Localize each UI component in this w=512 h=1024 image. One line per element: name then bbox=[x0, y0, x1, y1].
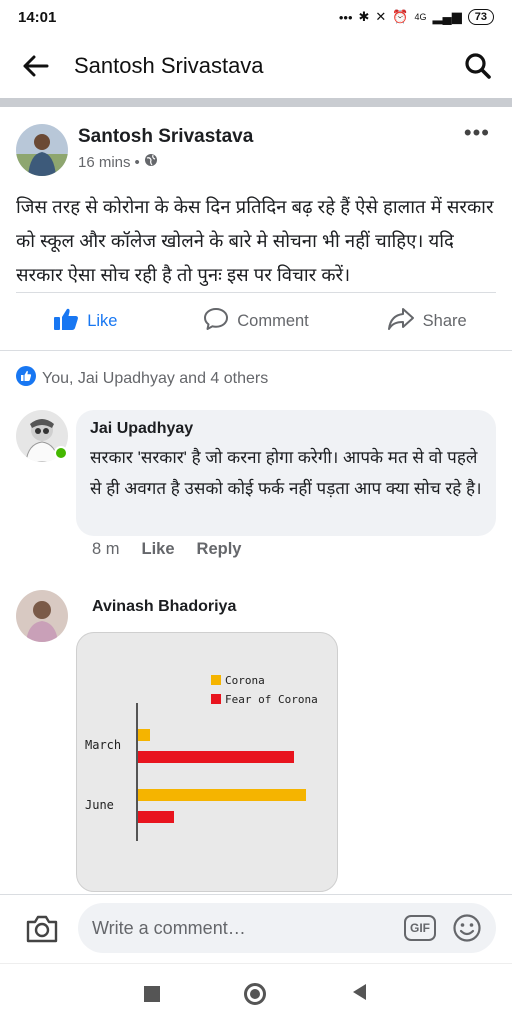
comment-icon bbox=[203, 307, 229, 336]
comment-label: Comment bbox=[237, 311, 309, 330]
post-meta: 16 mins • bbox=[78, 153, 158, 171]
mute-icon: ✕ bbox=[375, 9, 387, 24]
comment-image-chart[interactable]: Corona Fear of Corona March June bbox=[76, 632, 338, 892]
battery-icon: 73 bbox=[467, 9, 494, 25]
comment-like-button[interactable]: Like bbox=[142, 540, 175, 559]
bar-june-1 bbox=[138, 811, 174, 823]
thumbs-up-icon bbox=[53, 307, 79, 336]
legend-label-1: Fear of Corona bbox=[225, 693, 318, 706]
dots-icon: ••• bbox=[338, 9, 353, 25]
author-avatar[interactable] bbox=[16, 124, 68, 176]
comment-reply-button[interactable]: Reply bbox=[197, 540, 242, 559]
comment-bubble[interactable]: Jai Upadhyay सरकार 'सरकार' है जो करना हो… bbox=[76, 410, 496, 536]
post-time[interactable]: 16 mins bbox=[78, 154, 131, 171]
bar-chart: Corona Fear of Corona March June bbox=[85, 674, 318, 841]
like-button[interactable]: Like bbox=[0, 307, 171, 336]
comment-time: 8 m bbox=[92, 540, 120, 558]
comment-input-placeholder: Write a comment… bbox=[92, 917, 246, 938]
online-status-indicator bbox=[54, 446, 68, 460]
network-label: 4G bbox=[414, 12, 427, 22]
globe-icon bbox=[144, 153, 158, 171]
bar-march-1 bbox=[138, 751, 294, 763]
signal-icon: ▂▄▆ bbox=[432, 9, 462, 24]
more-options-icon[interactable]: ••• bbox=[464, 120, 490, 146]
post-header: Santosh Srivastava 16 mins • ••• bbox=[16, 120, 496, 180]
home-icon[interactable] bbox=[244, 983, 266, 1005]
bar-june-0 bbox=[138, 789, 306, 801]
back-nav-icon[interactable] bbox=[350, 982, 368, 1007]
like-reaction-icon bbox=[16, 366, 36, 391]
comment-author-name[interactable]: Jai Upadhyay bbox=[90, 420, 482, 438]
legend-swatch-0 bbox=[211, 675, 221, 685]
app-bar: Santosh Srivastava bbox=[0, 34, 512, 98]
commenter-avatar-2[interactable] bbox=[16, 590, 68, 642]
status-time: 14:01 bbox=[18, 8, 57, 26]
chart-legend: Corona Fear of Corona bbox=[211, 674, 318, 706]
reactions-text: You, Jai Upadhyay and 4 others bbox=[42, 369, 269, 387]
emoji-icon[interactable] bbox=[452, 913, 482, 943]
back-arrow-icon[interactable] bbox=[20, 50, 52, 82]
post-author-name[interactable]: Santosh Srivastava bbox=[78, 126, 253, 148]
comment-button[interactable]: Comment bbox=[171, 307, 342, 336]
post-text: जिस तरह से कोरोना के केस दिन प्रतिदिन बढ… bbox=[16, 196, 494, 285]
share-icon bbox=[387, 307, 415, 336]
bar-march-0 bbox=[138, 729, 150, 741]
status-bar: 14:01 ••• ✱ ✕ ⏰ 4G ▂▄▆ 73 bbox=[0, 0, 512, 34]
category-label-1: June bbox=[85, 798, 114, 812]
header-divider bbox=[0, 98, 512, 107]
reactions-summary[interactable]: You, Jai Upadhyay and 4 others bbox=[16, 366, 268, 391]
post-actions: Like Comment Share bbox=[0, 300, 512, 342]
category-label-0: March bbox=[85, 738, 121, 752]
alarm-icon: ⏰ bbox=[392, 9, 409, 24]
share-label: Share bbox=[422, 311, 467, 330]
comment-composer: Write a comment… GIF bbox=[0, 895, 512, 963]
action-divider-bottom bbox=[0, 350, 512, 351]
camera-icon[interactable] bbox=[24, 911, 60, 947]
recent-apps-icon[interactable] bbox=[144, 986, 160, 1002]
like-label: Like bbox=[87, 311, 118, 330]
system-navigation-bar bbox=[0, 963, 512, 1024]
page-title: Santosh Srivastava bbox=[74, 53, 264, 78]
comment-actions: 8 m Like Reply bbox=[92, 540, 241, 559]
comment-text: सरकार 'सरकार' है जो करना होगा करेगी। आपक… bbox=[90, 448, 482, 498]
gif-button[interactable]: GIF bbox=[404, 915, 436, 941]
legend-label-0: Corona bbox=[225, 674, 265, 687]
search-icon[interactable] bbox=[460, 48, 496, 84]
action-divider-top bbox=[16, 292, 496, 293]
bluetooth-icon: ✱ bbox=[358, 9, 370, 24]
meta-separator: • bbox=[134, 153, 140, 171]
share-button[interactable]: Share bbox=[341, 307, 512, 336]
legend-swatch-1 bbox=[211, 694, 221, 704]
comment-author-name-2[interactable]: Avinash Bhadoriya bbox=[92, 598, 236, 616]
status-icons: ••• ✱ ✕ ⏰ 4G ▂▄▆ 73 bbox=[339, 9, 494, 25]
